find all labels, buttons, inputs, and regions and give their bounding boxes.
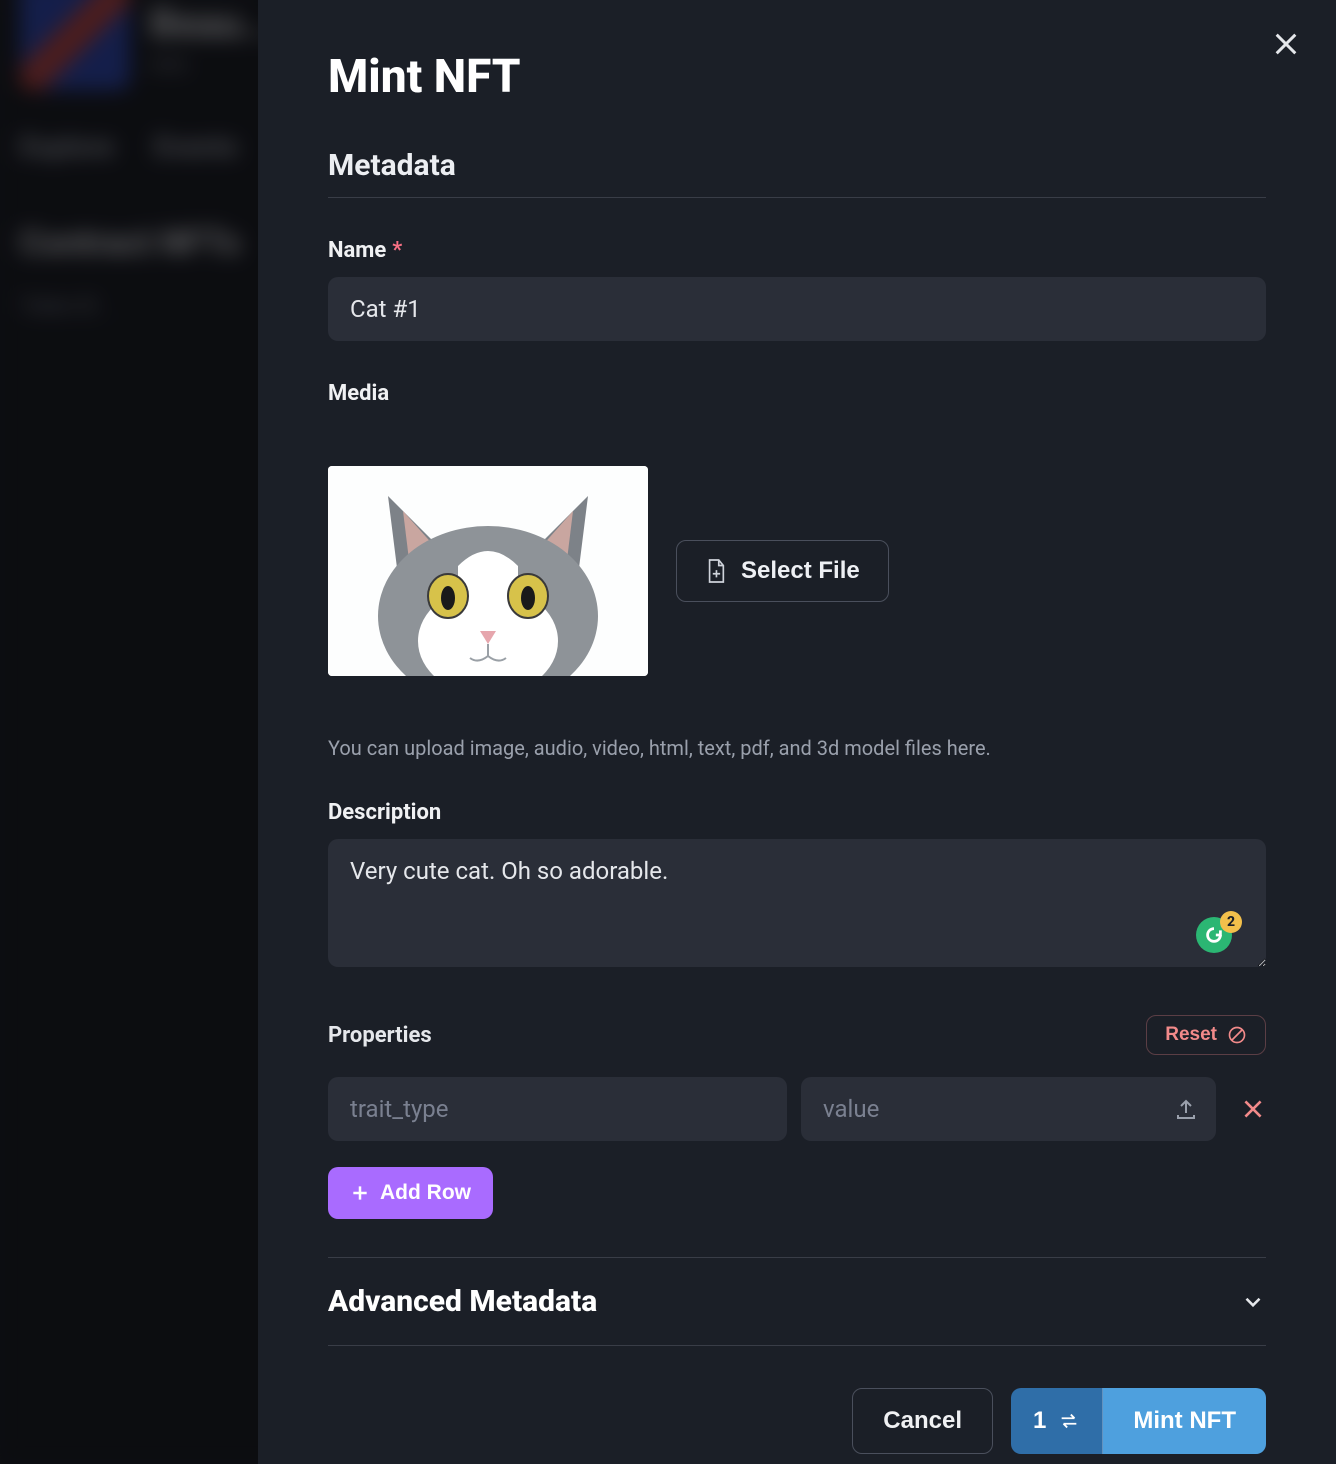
name-input[interactable] xyxy=(328,277,1266,341)
description-label-text: Description xyxy=(328,800,441,825)
modal-footer: Cancel 1 Mint NFT xyxy=(328,1388,1266,1454)
quantity-value: 1 xyxy=(1033,1407,1046,1435)
swap-icon xyxy=(1058,1410,1080,1432)
select-file-button[interactable]: Select File xyxy=(676,540,889,602)
close-button[interactable] xyxy=(1266,24,1306,64)
grammarly-count-badge: 2 xyxy=(1220,911,1242,933)
mint-nft-modal: Mint NFT Metadata Name * Media xyxy=(258,0,1336,1464)
modal-title: Mint NFT xyxy=(328,50,1266,104)
trait-type-input[interactable] xyxy=(328,1077,787,1141)
grammarly-widget[interactable]: 2 xyxy=(1196,917,1236,957)
cancel-button[interactable]: Cancel xyxy=(852,1388,993,1454)
remove-row-button[interactable] xyxy=(1240,1096,1266,1122)
advanced-metadata-toggle[interactable]: Advanced Metadata xyxy=(328,1257,1266,1346)
reset-label: Reset xyxy=(1165,1024,1217,1046)
property-row xyxy=(328,1077,1266,1141)
cat-image xyxy=(328,466,648,676)
required-asterisk: * xyxy=(392,238,402,263)
media-label: Media xyxy=(328,381,1266,406)
cancel-label: Cancel xyxy=(883,1407,962,1434)
add-row-button[interactable]: Add Row xyxy=(328,1167,493,1219)
mint-button-group: 1 Mint NFT xyxy=(1011,1388,1266,1454)
close-icon xyxy=(1270,28,1302,60)
description-label: Description xyxy=(328,800,1266,825)
advanced-metadata-label: Advanced Metadata xyxy=(328,1284,597,1319)
name-label-text: Name xyxy=(328,238,386,263)
upload-icon[interactable] xyxy=(1174,1097,1198,1121)
chevron-down-icon xyxy=(1240,1289,1266,1315)
media-preview[interactable] xyxy=(328,466,648,676)
file-plus-icon xyxy=(705,558,727,584)
trait-value-input[interactable] xyxy=(801,1077,1216,1141)
select-file-label: Select File xyxy=(741,557,860,585)
plus-icon xyxy=(350,1183,370,1203)
prohibit-icon xyxy=(1227,1025,1247,1045)
quantity-button[interactable]: 1 xyxy=(1011,1388,1103,1454)
description-input[interactable] xyxy=(328,839,1266,967)
mint-button[interactable]: Mint NFT xyxy=(1103,1388,1266,1454)
media-hint: You can upload image, audio, video, html… xyxy=(328,736,1266,760)
section-heading-metadata: Metadata xyxy=(328,148,1266,183)
properties-label: Properties xyxy=(328,1023,432,1048)
divider xyxy=(328,197,1266,198)
mint-label: Mint NFT xyxy=(1133,1407,1236,1434)
add-row-label: Add Row xyxy=(380,1181,471,1205)
reset-button[interactable]: Reset xyxy=(1146,1015,1266,1055)
name-label: Name * xyxy=(328,238,1266,263)
media-label-text: Media xyxy=(328,381,389,406)
